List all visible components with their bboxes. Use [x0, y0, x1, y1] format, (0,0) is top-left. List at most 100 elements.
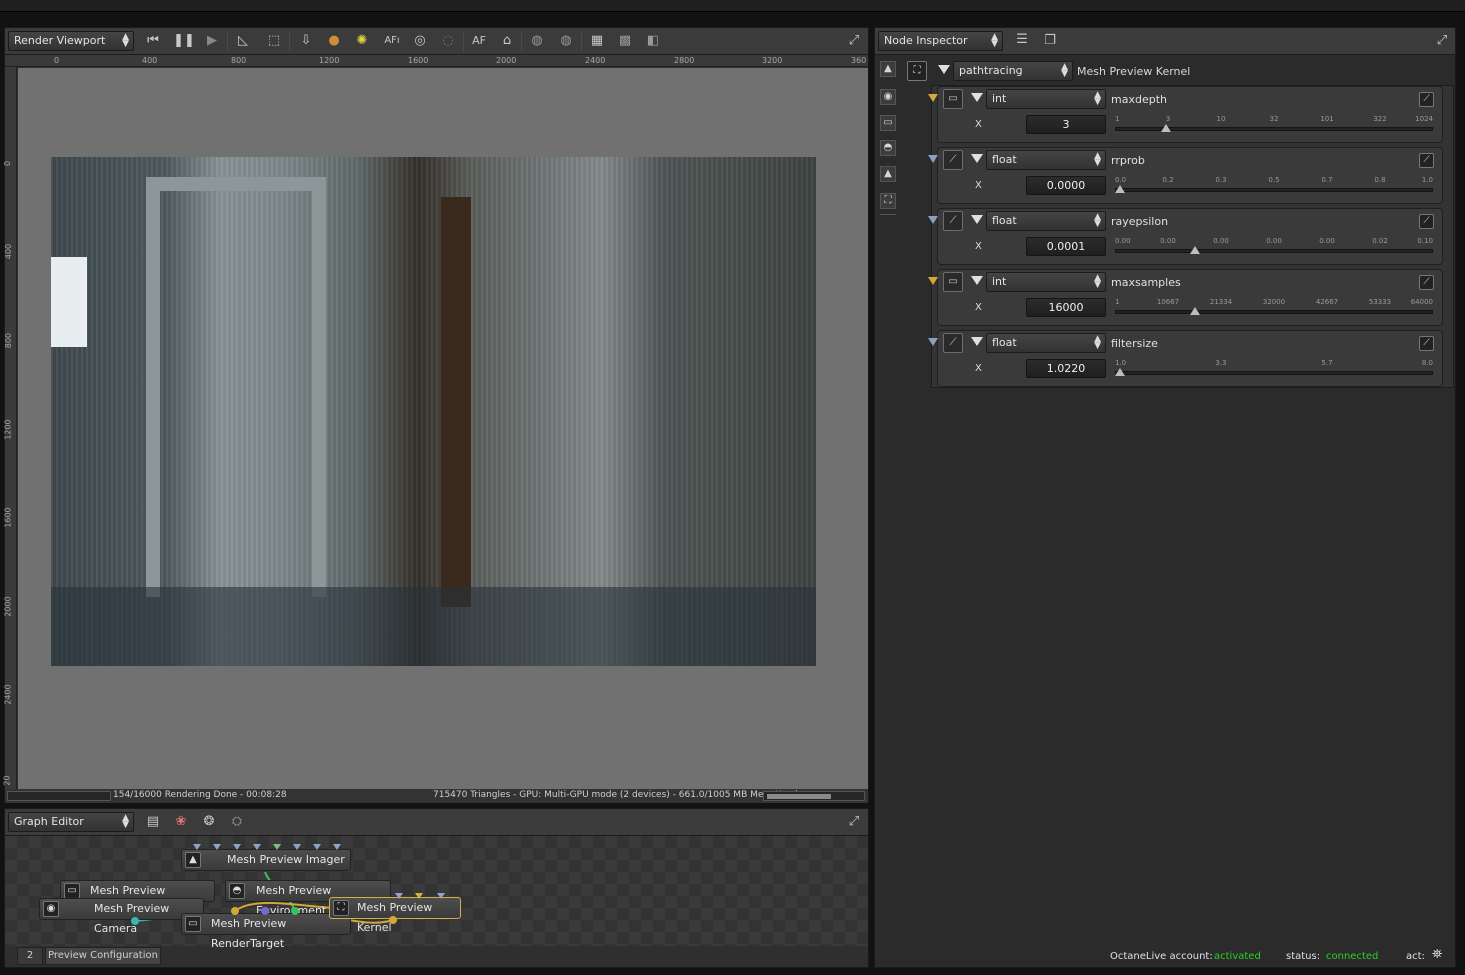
param-value-field[interactable]: 0.0000 — [1026, 176, 1106, 195]
kernel-type-combo[interactable]: pathtracing ▲ ▼ — [953, 61, 1073, 81]
slider-thumb[interactable] — [1189, 246, 1200, 254]
pin-indicator-icon[interactable] — [928, 94, 938, 102]
input-pin[interactable] — [293, 844, 301, 850]
rendertarget-side-icon[interactable]: ▲ — [880, 166, 896, 182]
slider-thumb[interactable] — [1115, 368, 1125, 376]
param-type-combo[interactable]: float ▲ ▼ — [986, 333, 1106, 353]
input-pin[interactable] — [193, 844, 201, 850]
white-balance-icon[interactable]: ◌ — [437, 30, 459, 52]
checker-icon[interactable]: ▩ — [614, 30, 636, 52]
curve-toggle-icon[interactable]: ⟋ — [1419, 336, 1434, 351]
output-pin[interactable] — [231, 907, 239, 915]
maximize-icon[interactable]: ⤢ — [843, 30, 865, 52]
param-value-field[interactable]: 1.0220 — [1026, 359, 1106, 378]
restart-icon[interactable]: ⏮ — [142, 30, 164, 52]
output-pin[interactable] — [389, 916, 397, 924]
slider-thumb[interactable] — [1115, 185, 1125, 193]
param-slider[interactable]: 0.00 0.00 0.00 0.00 0.00 0.02 0.10 — [1115, 237, 1433, 257]
param-type-combo[interactable]: int ▲ ▼ — [986, 272, 1106, 292]
resolution-side-icon[interactable]: ▭ — [880, 115, 896, 131]
input-pin[interactable] — [253, 844, 261, 850]
input-pin[interactable] — [415, 893, 423, 899]
graph-node-rendertarget[interactable]: ▭ Mesh Preview RenderTarget — [181, 913, 351, 950]
node-inspector-combo[interactable]: Node Inspector ▲ ▼ — [878, 31, 1003, 51]
export-icon[interactable]: ⇩ — [295, 30, 317, 52]
light-icon[interactable]: ✺ — [351, 30, 373, 52]
clay-icon[interactable]: ⌂ — [496, 30, 518, 52]
param-expand-icon[interactable] — [971, 276, 983, 285]
world-alt-icon[interactable]: ◍ — [555, 30, 577, 52]
ruler-tool-icon[interactable]: ◺ — [232, 30, 254, 52]
focus-picker-icon[interactable]: ◎ — [409, 30, 431, 52]
param-slider[interactable]: 1 3 10 32 101 322 1024 — [1115, 115, 1433, 135]
pin-indicator-icon[interactable] — [928, 216, 938, 224]
autofocus-icon[interactable]: AFı — [381, 30, 403, 52]
material-picker-icon[interactable]: ● — [323, 30, 345, 52]
alpha-icon[interactable]: ◧ — [642, 30, 664, 52]
param-slider[interactable]: 1.0 3.3 5.7 8.0 — [1115, 359, 1433, 379]
imager-side-icon[interactable]: ▲ — [880, 61, 896, 77]
render-canvas[interactable] — [18, 68, 868, 789]
curve-toggle-icon[interactable]: ⟋ — [1419, 214, 1434, 229]
kernel-side-icon[interactable]: ⛶ — [880, 193, 896, 209]
slider-thumb[interactable] — [1160, 124, 1171, 132]
param-type-combo[interactable]: float ▲ ▼ — [986, 211, 1106, 231]
environment-side-icon[interactable]: ◓ — [880, 140, 896, 156]
pause-icon[interactable]: ❚❚ — [173, 30, 195, 52]
region-icon[interactable]: ⬚ — [263, 30, 285, 52]
input-pin[interactable] — [313, 844, 321, 850]
output-pin[interactable] — [261, 907, 269, 915]
curve-toggle-icon[interactable]: ⟋ — [1419, 153, 1434, 168]
tab-count[interactable]: 2 — [17, 947, 43, 965]
slider-tick-label: 0.00 — [1115, 237, 1131, 245]
param-value-field[interactable]: 0.0001 — [1026, 237, 1106, 256]
param-value-field[interactable]: 3 — [1026, 115, 1106, 134]
param-expand-icon[interactable] — [971, 93, 983, 102]
pin-indicator-icon[interactable] — [928, 155, 938, 163]
subsample-icon[interactable]: ▦ — [586, 30, 608, 52]
curve-toggle-icon[interactable]: ⟋ — [1419, 92, 1434, 107]
param-expand-icon[interactable] — [971, 337, 983, 346]
input-pin[interactable] — [333, 844, 341, 850]
kernel-expand-icon[interactable] — [938, 65, 950, 74]
output-pin[interactable] — [131, 917, 139, 925]
load-graph-icon[interactable]: ▤ — [142, 811, 164, 833]
input-pin[interactable] — [395, 893, 403, 899]
curve-toggle-icon[interactable]: ⟋ — [1419, 275, 1434, 290]
maximize-icon[interactable]: ⤢ — [1431, 30, 1453, 52]
rendertarget-icon: ▭ — [185, 916, 201, 932]
graph-node-camera[interactable]: ◉ Mesh Preview Camera — [39, 898, 204, 935]
pin-indicator-icon[interactable] — [928, 277, 938, 285]
collapse-all-icon[interactable]: ☰ — [1011, 29, 1033, 51]
param-type-combo[interactable]: int ▲ ▼ — [986, 89, 1106, 109]
param-expand-icon[interactable] — [971, 215, 983, 224]
slider-tick-label: 0.0 — [1115, 176, 1127, 184]
output-pin[interactable] — [291, 907, 299, 915]
graph-editor-combo[interactable]: Graph Editor ▲ ▼ — [8, 812, 134, 832]
maximize-icon[interactable]: ⤢ — [843, 811, 865, 833]
param-expand-icon[interactable] — [971, 154, 983, 163]
graph-canvas[interactable]: ▲ Mesh Preview Imager ▭ Mesh Preview Res… — [5, 836, 868, 950]
param-value-field[interactable]: 16000 — [1026, 298, 1106, 317]
input-pin[interactable] — [213, 844, 221, 850]
graph-tool-icon[interactable]: ⛭ — [226, 811, 248, 833]
arrange-icon[interactable]: ❂ — [198, 811, 220, 833]
node-add-icon[interactable]: ❀ — [170, 811, 192, 833]
expand-all-icon[interactable]: ❐ — [1039, 30, 1061, 52]
input-pin[interactable] — [273, 844, 281, 850]
param-slider[interactable]: 1 10667 21334 32000 42667 53333 64000 — [1115, 298, 1433, 318]
input-pin[interactable] — [233, 844, 241, 850]
camera-side-icon[interactable]: ◉ — [880, 89, 896, 105]
tab-preview-configuration[interactable]: Preview Configuration — [45, 947, 161, 965]
render-viewport-combo[interactable]: Render Viewport ▲ ▼ — [8, 31, 134, 51]
input-pin[interactable] — [437, 893, 445, 899]
graph-node-imager[interactable]: ▲ Mesh Preview Imager — [181, 849, 351, 871]
world-icon[interactable]: ◍ — [526, 30, 548, 52]
combo-arrows-icon: ▲ ▼ — [122, 813, 129, 830]
play-icon[interactable]: ▶ — [201, 30, 223, 52]
param-slider[interactable]: 0.0 0.2 0.3 0.5 0.7 0.8 1.0 — [1115, 176, 1433, 196]
pin-indicator-icon[interactable] — [928, 338, 938, 346]
af-icon[interactable]: AF — [468, 30, 490, 52]
param-type-combo[interactable]: float ▲ ▼ — [986, 150, 1106, 170]
slider-thumb[interactable] — [1189, 307, 1200, 315]
